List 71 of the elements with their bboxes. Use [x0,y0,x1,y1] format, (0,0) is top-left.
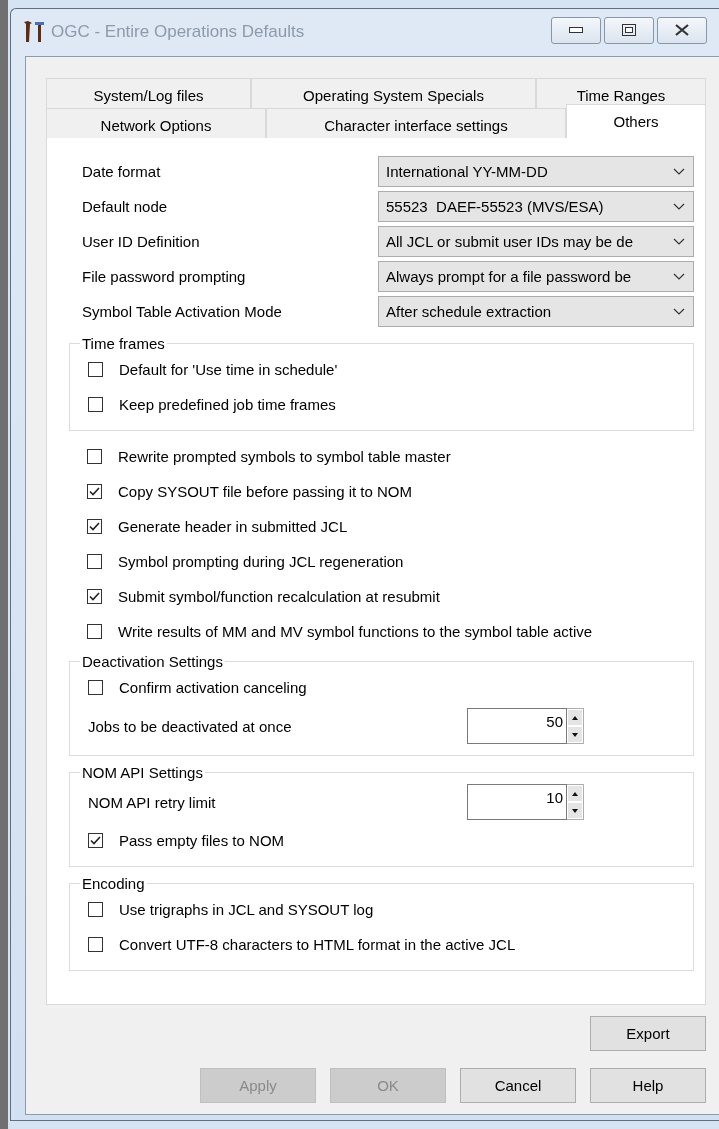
tab[interactable]: Others [566,104,706,138]
group-title: Encoding [81,875,146,892]
down-arrow-icon [572,808,578,813]
checkbox[interactable] [88,680,103,695]
restore-icon [622,24,636,36]
dialog-button[interactable]: Cancel [460,1068,576,1103]
setting-label: Default node [82,198,169,215]
chevron-down-icon [673,168,685,175]
spin-up-button[interactable] [567,709,583,726]
checkbox[interactable] [88,362,103,377]
chevron-down-icon [673,203,685,210]
maximize-button[interactable] [604,16,654,44]
tab[interactable]: Character interface settings [266,108,566,138]
window-title: OGC - Entire Operations Defaults [51,22,306,42]
checkbox-label[interactable]: Pass empty files to NOM [119,832,285,849]
dropdown[interactable]: All JCL or submit user IDs may be de [378,226,694,257]
tab[interactable]: Network Options [46,108,266,138]
chevron-down-icon [673,238,685,245]
close-button[interactable] [657,16,707,44]
tab[interactable]: System/Log files [46,78,251,108]
checkbox[interactable] [88,902,103,917]
checkbox[interactable] [87,519,102,534]
setting-label: Date format [82,163,162,180]
checkbox-label[interactable]: Write results of MM and MV symbol functions to the symbol table active [118,623,593,640]
setting-label: User ID Definition [82,233,201,250]
dropdown[interactable]: After schedule extraction [378,296,694,327]
checkbox-label[interactable]: Symbol prompting during JCL regeneration [118,553,404,570]
number-field[interactable]: 10 [467,784,567,820]
number-field[interactable]: 50 [467,708,567,744]
spin-up-button[interactable] [567,785,583,802]
field-label: NOM API retry limit [88,793,217,811]
dialog-button[interactable]: Help [590,1068,706,1103]
checkbox[interactable] [87,589,102,604]
checkbox-label[interactable]: Copy SYSOUT file before passing it to NOM [118,483,412,500]
chevron-down-icon [673,273,685,280]
dropdown[interactable]: Always prompt for a file password be [378,261,694,292]
checkbox[interactable] [87,624,102,639]
setting-label: File password prompting [82,268,247,285]
spin-down-button[interactable] [567,802,583,819]
spin-down-button[interactable] [567,726,583,743]
checkbox[interactable] [88,833,103,848]
down-arrow-icon [572,732,578,737]
checkbox-label[interactable]: Confirm activation canceling [119,679,307,696]
checkbox-label[interactable]: Submit symbol/function recalculation at resubmit [118,588,440,605]
checkbox-label[interactable]: Use trigraphs in JCL and SYSOUT log [119,901,374,918]
checkbox[interactable] [87,484,102,499]
tools-icon [23,20,45,44]
group-title: NOM API Settings [81,764,204,781]
chevron-down-icon [673,308,685,315]
up-arrow-icon [572,791,578,796]
minimize-button[interactable] [551,16,601,44]
checkbox[interactable] [88,937,103,952]
dropdown[interactable]: International YY-MM-DD [378,156,694,187]
tab[interactable]: Operating System Specials [251,78,536,108]
setting-label: Symbol Table Activation Mode [82,303,283,320]
checkbox-label[interactable]: Keep predefined job time frames [119,396,336,413]
close-icon [675,24,689,36]
checkbox-label[interactable]: Generate header in submitted JCL [118,518,348,535]
checkbox[interactable] [87,449,102,464]
dialog-button[interactable]: Export [590,1016,706,1051]
group-title: Deactivation Settings [81,653,224,670]
dropdown[interactable]: 55523 DAEF-55523 (MVS/ESA) [378,191,694,222]
group-title: Time frames [81,335,166,352]
checkbox-label[interactable]: Default for 'Use time in schedule' [119,361,338,378]
checkbox[interactable] [88,397,103,412]
field-label: Jobs to be deactivated at once [88,717,293,735]
checkbox-label[interactable]: Convert UTF-8 characters to HTML format in the active JCL [119,936,516,953]
up-arrow-icon [572,715,578,720]
checkbox[interactable] [87,554,102,569]
checkbox-label[interactable]: Rewrite prompted symbols to symbol table master [118,448,451,465]
minimize-icon [569,27,583,33]
